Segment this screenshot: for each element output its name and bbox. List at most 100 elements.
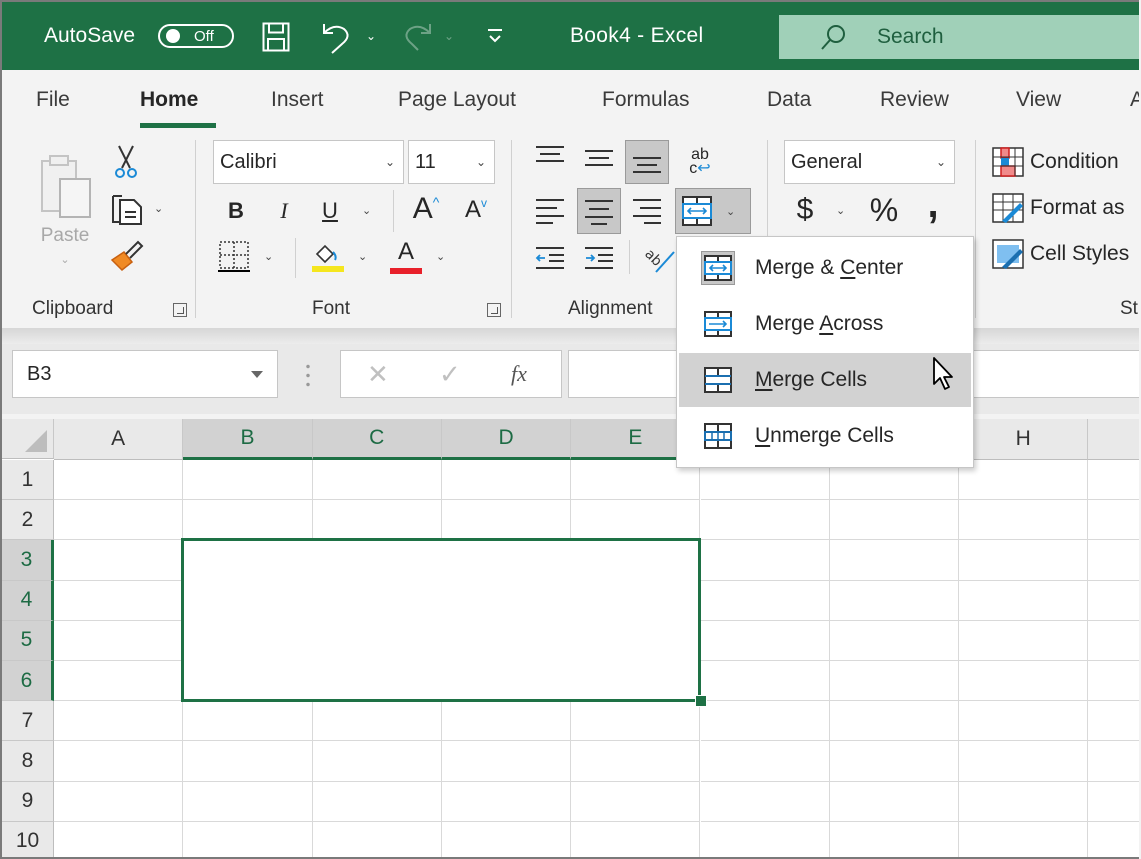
cell-h2[interactable] [959,500,1089,541]
cell-d10[interactable] [441,821,572,857]
cell-styles-button[interactable]: Cell Styles [992,236,1129,272]
align-left-icon[interactable] [535,196,565,224]
cell-i5[interactable] [1088,620,1139,661]
copy-dropdown-chevron[interactable]: ⌄ [154,202,163,215]
customize-qat-icon[interactable] [486,26,504,46]
font-size-dropdown[interactable]: 11 ⌄ [408,140,495,184]
font-dialog-launcher[interactable] [487,303,501,317]
enter-icon[interactable]: ✓ [439,359,461,390]
font-color-button[interactable]: A [389,238,423,276]
tab-view[interactable]: View [1016,88,1061,112]
cell-h6[interactable] [959,661,1089,702]
copy-icon[interactable] [110,192,144,226]
autosave-toggle[interactable]: Off [158,24,234,48]
select-all-button[interactable] [2,419,54,459]
tab-automate[interactable]: A [1130,88,1139,112]
cell-a10[interactable] [54,821,184,857]
cell-d8[interactable] [441,741,572,782]
row-header-5[interactable]: 5 [2,620,54,661]
cell-e9[interactable] [571,781,701,822]
cell-i7[interactable] [1088,701,1139,742]
cell-a4[interactable] [54,580,184,621]
clipboard-dialog-launcher[interactable] [173,303,187,317]
row-header-10[interactable]: 10 [2,821,54,857]
cell-h5[interactable] [959,620,1089,661]
tab-insert[interactable]: Insert [271,88,324,112]
cell-b2[interactable] [183,500,313,541]
cell-a1[interactable] [54,460,184,501]
insert-function-icon[interactable]: fx [511,361,527,387]
merge-dropdown-chevron[interactable]: ⌄ [726,205,735,218]
top-align-icon[interactable] [535,144,565,168]
column-header-a[interactable]: A [54,419,184,460]
save-icon[interactable] [262,22,290,52]
cell-i1[interactable] [1088,460,1139,501]
fill-color-dropdown-chevron[interactable]: ⌄ [358,250,367,263]
font-name-dropdown[interactable]: Calibri ⌄ [213,140,404,184]
comma-style-button[interactable]: , [918,182,948,226]
borders-dropdown-chevron[interactable]: ⌄ [264,250,273,263]
cancel-icon[interactable]: ✕ [367,359,389,390]
cell-a3[interactable] [54,540,184,581]
cell-h3[interactable] [959,540,1089,581]
bold-button[interactable]: B [222,194,250,228]
cell-c10[interactable] [312,821,442,857]
cell-i8[interactable] [1088,741,1139,782]
cell-g9[interactable] [829,781,960,822]
cell-i10[interactable] [1088,821,1139,857]
increase-font-size-button[interactable]: A ^ [406,190,446,228]
format-painter-icon[interactable] [110,240,144,274]
decrease-font-size-button[interactable]: Av [458,192,494,228]
redo-dropdown-chevron[interactable]: ⌄ [444,2,454,70]
increase-indent-icon[interactable] [584,246,614,270]
cell-c2[interactable] [312,500,442,541]
cell-a7[interactable] [54,701,184,742]
cell-g8[interactable] [829,741,960,782]
cell-i2[interactable] [1088,500,1139,541]
menu-item-merge-center[interactable]: Merge & Center [679,241,971,295]
tab-home[interactable]: Home [140,88,198,112]
name-box-dropdown-icon[interactable] [251,370,263,378]
paste-button[interactable]: Paste ⌄ [32,144,98,274]
format-as-table-button[interactable]: Format as [992,190,1125,226]
bottom-align-button[interactable] [625,140,669,184]
undo-dropdown-chevron[interactable]: ⌄ [366,2,376,70]
cell-h1[interactable] [959,460,1089,501]
cell-e10[interactable] [571,821,701,857]
cell-d7[interactable] [441,701,572,742]
currency-button[interactable]: $ [792,190,818,230]
cell-c8[interactable] [312,741,442,782]
cell-h9[interactable] [959,781,1089,822]
cell-b9[interactable] [183,781,313,822]
cell-g10[interactable] [829,821,960,857]
column-header-i[interactable]: I [1088,419,1139,460]
cell-d9[interactable] [441,781,572,822]
cell-b7[interactable] [183,701,313,742]
row-header-1[interactable]: 1 [2,460,54,501]
percent-style-button[interactable]: % [864,190,904,230]
cell-f5[interactable] [700,620,830,661]
row-header-2[interactable]: 2 [2,500,54,541]
currency-dropdown-chevron[interactable]: ⌄ [836,204,845,217]
cell-c9[interactable] [312,781,442,822]
wrap-text-button[interactable]: ab c↩ [682,142,718,182]
cell-h7[interactable] [959,701,1089,742]
cell-c1[interactable] [312,460,442,501]
cell-g2[interactable] [829,500,960,541]
cell-a6[interactable] [54,661,184,702]
column-header-c[interactable]: C [312,419,442,460]
cell-f10[interactable] [700,821,830,857]
cell-h10[interactable] [959,821,1089,857]
tab-data[interactable]: Data [767,88,811,112]
redo-icon[interactable] [400,20,434,54]
cell-i3[interactable] [1088,540,1139,581]
cell-f6[interactable] [700,661,830,702]
orientation-icon[interactable]: ab [642,240,676,274]
cell-f2[interactable] [700,500,830,541]
cell-i9[interactable] [1088,781,1139,822]
column-header-b[interactable]: B [183,419,313,460]
cell-g5[interactable] [829,620,960,661]
cell-h8[interactable] [959,741,1089,782]
row-header-3[interactable]: 3 [2,540,54,581]
row-header-6[interactable]: 6 [2,661,54,702]
